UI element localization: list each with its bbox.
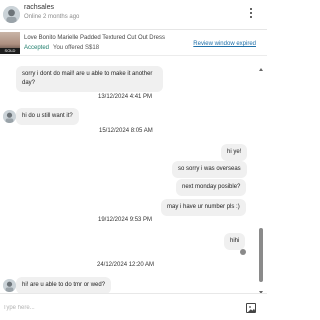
- avatar[interactable]: [3, 110, 16, 123]
- avatar-image: [3, 279, 16, 292]
- scroll-up-icon[interactable]: [259, 68, 263, 71]
- listing-title[interactable]: Love Bonito Marielle Padded Textured Cut…: [24, 35, 165, 41]
- message-list[interactable]: sorry i dont do mail! are u able to make…: [0, 57, 267, 293]
- message-bubble: next monday posible?: [176, 179, 247, 196]
- review-link[interactable]: Review window expired: [193, 41, 256, 47]
- username[interactable]: rachsales: [24, 4, 54, 11]
- timestamp: 19/12/2024 9:53 PM: [98, 217, 153, 223]
- avatar-image: [3, 110, 16, 123]
- read-receipt-avatar: [240, 249, 246, 255]
- chat-scrollbar[interactable]: [259, 68, 263, 294]
- message-bubble: hi ye!: [221, 144, 248, 161]
- avatar[interactable]: [3, 6, 20, 23]
- message-input[interactable]: [3, 301, 228, 314]
- offer-amount: You offered S$18: [53, 45, 100, 51]
- offer-status: Accepted: [24, 45, 50, 51]
- message-bubble: so sorry i was overseas: [172, 161, 247, 178]
- image-icon[interactable]: [246, 303, 256, 313]
- listing-bar: SOLD Love Bonito Marielle Padded Texture…: [0, 30, 267, 56]
- message-bubble: sorry i dont do mail! are u able to make…: [16, 66, 163, 92]
- message-bubble: hi! are u able to do tmr or wed?: [16, 277, 112, 293]
- online-status: Online 2 months ago: [24, 14, 80, 20]
- image-icon-glyph: [248, 306, 256, 312]
- timestamp: 24/12/2024 12:20 AM: [97, 262, 155, 268]
- message-bubble: hi do u still want it?: [16, 108, 79, 125]
- listing-thumbnail[interactable]: SOLD: [0, 32, 20, 54]
- timestamp: 13/12/2024 4:41 PM: [98, 94, 153, 100]
- message-bubble: hihi: [224, 233, 246, 250]
- more-vertical-icon[interactable]: [248, 7, 254, 21]
- sold-tag: SOLD: [0, 48, 20, 54]
- avatar[interactable]: [3, 279, 16, 292]
- timestamp: 15/12/2024 8:05 AM: [99, 128, 153, 134]
- message-composer: [0, 293, 267, 320]
- chat-header: rachsales Online 2 months ago: [0, 0, 267, 30]
- scrollbar-thumb[interactable]: [259, 228, 263, 282]
- message-bubble: may i have ur number pls :): [161, 199, 246, 216]
- avatar-image: [3, 6, 20, 23]
